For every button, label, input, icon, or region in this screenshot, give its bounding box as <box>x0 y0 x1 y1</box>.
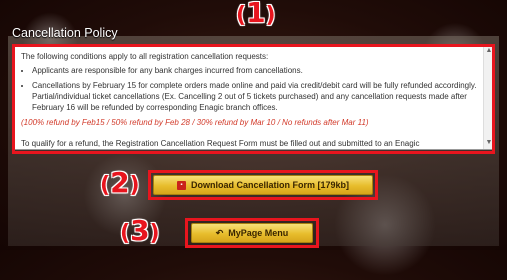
policy-title: Cancellation Policy <box>12 26 118 40</box>
chevron-up-icon[interactable]: ▲ <box>485 47 493 55</box>
policy-bullet: Cancellations by February 15 for complet… <box>32 80 478 113</box>
callout-paren-open: ( <box>100 173 111 198</box>
callout-paren-close: ) <box>129 173 140 198</box>
policy-intro: The following conditions apply to all re… <box>21 52 269 61</box>
callout-digit: 1 <box>246 0 266 29</box>
refund-schedule-note: (100% refund by Feb15 / 50% refund by Fe… <box>21 118 369 127</box>
mypage-menu-button[interactable]: ↶ MyPage Menu <box>191 223 313 243</box>
download-button-label: Download Cancellation Form [179kb] <box>190 180 350 190</box>
callout-label-3: (3) <box>120 214 160 247</box>
pdf-icon: ▪ <box>176 180 186 190</box>
callout-paren-close: ) <box>265 3 276 28</box>
callout-paren-close: ) <box>149 221 160 246</box>
policy-scrollbar[interactable]: ▲ ▼ <box>483 45 494 149</box>
callout-label-1: (1) <box>236 0 276 29</box>
back-arrow-icon: ↶ <box>215 227 224 238</box>
mypage-button-label: MyPage Menu <box>228 228 289 238</box>
callout-digit: 2 <box>110 166 130 199</box>
policy-cutoff-text: To qualify for a refund, the Registratio… <box>21 139 420 148</box>
callout-label-2: (2) <box>100 166 140 199</box>
policy-bullet: Applicants are responsible for any bank … <box>32 65 478 76</box>
download-cancellation-form-button[interactable]: ▪ Download Cancellation Form [179kb] <box>153 175 373 195</box>
callout-digit: 3 <box>130 214 150 247</box>
callout-paren-open: ( <box>120 221 131 246</box>
policy-scroll-box[interactable]: The following conditions apply to all re… <box>12 44 495 150</box>
callout-paren-open: ( <box>236 3 247 28</box>
chevron-down-icon[interactable]: ▼ <box>485 139 493 147</box>
